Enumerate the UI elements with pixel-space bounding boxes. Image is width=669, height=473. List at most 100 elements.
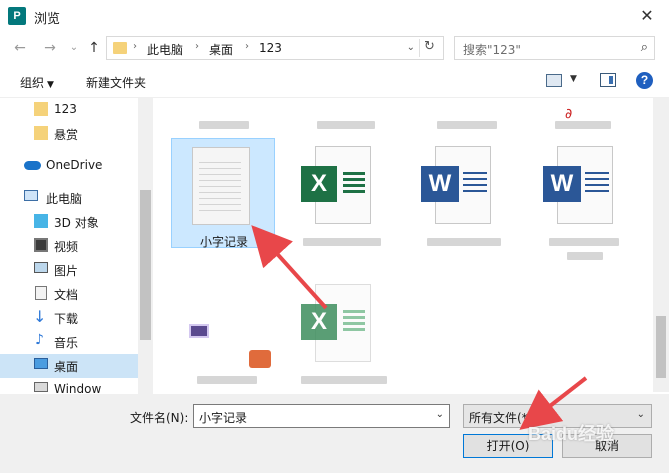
help-icon[interactable]: ? [636,72,653,89]
preview-pane-icon[interactable] [600,73,616,87]
redacted-filename [199,121,249,129]
sidebar-item-label: 音乐 [54,336,79,350]
redacted-filename [437,121,497,129]
sidebar-scrollbar[interactable] [138,98,153,394]
word-icon: W [421,166,459,202]
acrobat-mark-icon: ∂ [565,106,573,122]
music-icon: ♪ [35,332,44,348]
sidebar-item-windows-drive[interactable]: Window [0,378,138,394]
redacted-filename [197,376,257,384]
sidebar-item-downloads[interactable]: ↓ 下载 [0,306,138,330]
spreadsheet-grid-icon [343,172,365,194]
search-input[interactable]: 搜索"123" ⌕ [454,36,655,60]
back-button[interactable]: ← [10,38,30,58]
file-tile[interactable]: X [291,284,395,392]
address-bar[interactable]: › 此电脑 › 桌面 › 123 ⌄ ↻ [106,36,444,60]
file-name-label: 小字记录 [199,235,248,249]
search-icon[interactable]: ⌕ [641,40,648,55]
excel-icon: X [301,166,337,202]
organize-button[interactable]: 组织 ▼ [20,74,54,91]
organize-label: 组织 [20,76,45,90]
file-tile[interactable]: W [411,138,515,248]
search-placeholder: 搜索"123" [463,43,521,57]
sidebar-item-123[interactable]: 123 [0,98,138,122]
file-list-scrollbar[interactable] [653,98,669,392]
text-lines-icon [463,172,487,196]
filename-field[interactable]: 小字记录 ⌄ [193,404,450,428]
sidebar-item-label: 悬赏 [54,128,79,142]
documents-icon [35,286,47,300]
app-file-icon [249,350,271,368]
sidebar-item-label: 桌面 [54,360,79,374]
file-list: ∂ 小字记录 X W W X [155,98,653,392]
sidebar-item-this-pc[interactable]: 此电脑 [0,186,138,210]
breadcrumb-desktop[interactable]: 桌面 [209,41,233,58]
redacted-filename [301,376,387,384]
folder-icon [34,102,48,116]
folder-icon [34,126,48,140]
sidebar-item-desktop[interactable]: 桌面 [0,354,138,378]
close-button[interactable]: ✕ [625,0,669,32]
file-tile[interactable] [415,98,519,129]
text-document-icon [192,147,250,225]
sidebar-item-label: 文档 [54,288,79,302]
video-icon [34,238,48,252]
view-options-icon[interactable] [546,74,562,87]
new-folder-button[interactable]: 新建文件夹 [86,74,146,91]
command-toolbar: 组织 ▼ 新建文件夹 ▼ ? [0,64,669,98]
sidebar-item-label: OneDrive [46,158,103,172]
word-icon: W [543,166,581,202]
sidebar-item-3d-objects[interactable]: 3D 对象 [0,210,138,234]
download-icon: ↓ [33,307,47,326]
watermark: Baidu经验 [528,424,615,444]
cube-icon [34,214,48,228]
sidebar-item-label: 视频 [54,240,79,254]
file-tile[interactable]: X [291,138,395,248]
sidebar-item-label: 图片 [54,264,79,278]
chevron-right-icon: › [195,41,199,52]
refresh-button[interactable]: ↻ [419,39,439,57]
sidebar-item-pictures[interactable]: 图片 [0,258,138,282]
navigation-bar: ← → ⌄ ↑ › 此电脑 › 桌面 › 123 ⌄ ↻ 搜索"123" ⌕ [0,32,669,64]
chevron-down-icon[interactable]: ⌄ [407,42,415,53]
scrollbar-thumb[interactable] [140,190,151,340]
file-tile[interactable]: ∂ [537,98,641,129]
up-button[interactable]: ↑ [84,38,104,58]
file-tile[interactable]: W [533,138,637,260]
pictures-icon [34,262,48,273]
sidebar-item-videos[interactable]: 视频 [0,234,138,258]
file-tile[interactable] [295,98,399,129]
filename-value: 小字记录 [199,411,248,425]
file-tile[interactable] [173,98,277,129]
filename-label: 文件名(N): [130,411,189,425]
file-tile-selected[interactable]: 小字记录 [171,138,275,249]
caret-down-icon[interactable]: ▼ [570,74,577,84]
scrollbar-thumb[interactable] [656,316,666,378]
folder-icon [113,42,127,54]
breadcrumb-123[interactable]: 123 [259,41,282,55]
redacted-filename [555,121,611,129]
window-title: 浏览 [34,12,61,27]
sidebar-item-label: 下载 [54,312,79,326]
chevron-down-icon[interactable]: ⌄ [436,409,444,420]
file-tile[interactable] [171,284,275,392]
caret-down-icon: ▼ [47,80,54,90]
forward-button[interactable]: → [40,38,60,58]
sidebar-item-bounty[interactable]: 悬赏 [0,122,138,146]
chevron-down-icon[interactable]: ⌄ [637,409,645,420]
sidebar-item-label: 3D 对象 [54,216,99,230]
sidebar-item-label: 123 [54,102,77,116]
drive-icon [34,382,48,392]
sidebar-item-label: 此电脑 [46,192,83,206]
breadcrumb-this-pc[interactable]: 此电脑 [147,41,183,58]
redacted-filename [427,238,501,246]
chevron-right-icon: › [133,41,137,52]
recent-locations-button[interactable]: ⌄ [64,38,84,58]
image-file-icon [189,324,209,338]
sidebar-item-music[interactable]: ♪ 音乐 [0,330,138,354]
navigation-pane: 123 悬赏 OneDrive 此电脑 3D 对象 视频 图片 文档 ↓ 下载 … [0,98,138,394]
sidebar-item-onedrive[interactable]: OneDrive [0,154,138,178]
sidebar-item-documents[interactable]: 文档 [0,282,138,306]
redacted-filename [567,252,603,260]
sidebar-item-label: Window [54,382,102,394]
